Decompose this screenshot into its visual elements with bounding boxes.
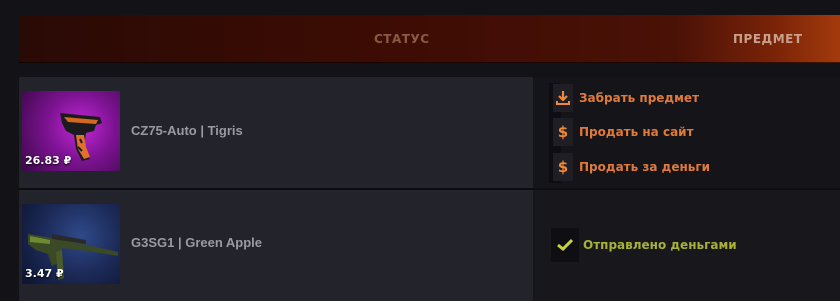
- column-divider: [533, 77, 535, 188]
- item-thumbnail[interactable]: 26.83 ₽: [22, 91, 120, 171]
- actions-panel: Забрать предмет $ Продать на сайт $ Продат…: [535, 77, 840, 188]
- status-column-header: СТАТУС: [374, 32, 430, 46]
- item-price: 26.83 ₽: [25, 154, 72, 167]
- status-sent-money: Отправлено деньгами: [551, 228, 737, 262]
- status-label: Отправлено деньгами: [583, 238, 737, 252]
- withdraw-item-button[interactable]: Забрать предмет: [553, 84, 699, 112]
- item-price: 3.47 ₽: [25, 267, 64, 280]
- sell-for-money-label: Продать за деньги: [579, 160, 711, 174]
- sell-to-site-button[interactable]: $ Продать на сайт: [553, 118, 694, 146]
- table-row: 3.47 ₽ G3SG1 | Green Apple Отправлено де…: [19, 190, 840, 301]
- sell-to-site-label: Продать на сайт: [579, 125, 694, 139]
- item-column-header: ПРЕДМЕТ: [733, 32, 803, 46]
- item-name: CZ75-Auto | Tigris: [131, 123, 243, 138]
- table-row: 26.83 ₽ CZ75-Auto | Tigris Забрать предм…: [19, 77, 840, 190]
- status-panel: Отправлено деньгами: [535, 190, 840, 301]
- withdraw-item-label: Забрать предмет: [579, 91, 700, 105]
- dollar-icon: $: [553, 153, 573, 181]
- sell-for-money-button[interactable]: $ Продать за деньги: [553, 153, 710, 181]
- download-arrow-icon: [553, 84, 573, 112]
- item-name: G3SG1 | Green Apple: [131, 235, 263, 250]
- column-divider: [533, 190, 535, 301]
- dollar-icon: $: [553, 118, 573, 146]
- item-thumbnail[interactable]: 3.47 ₽: [22, 204, 120, 284]
- table-header: СТАТУС ПРЕДМЕТ: [19, 15, 840, 63]
- checkmark-icon: [551, 228, 579, 262]
